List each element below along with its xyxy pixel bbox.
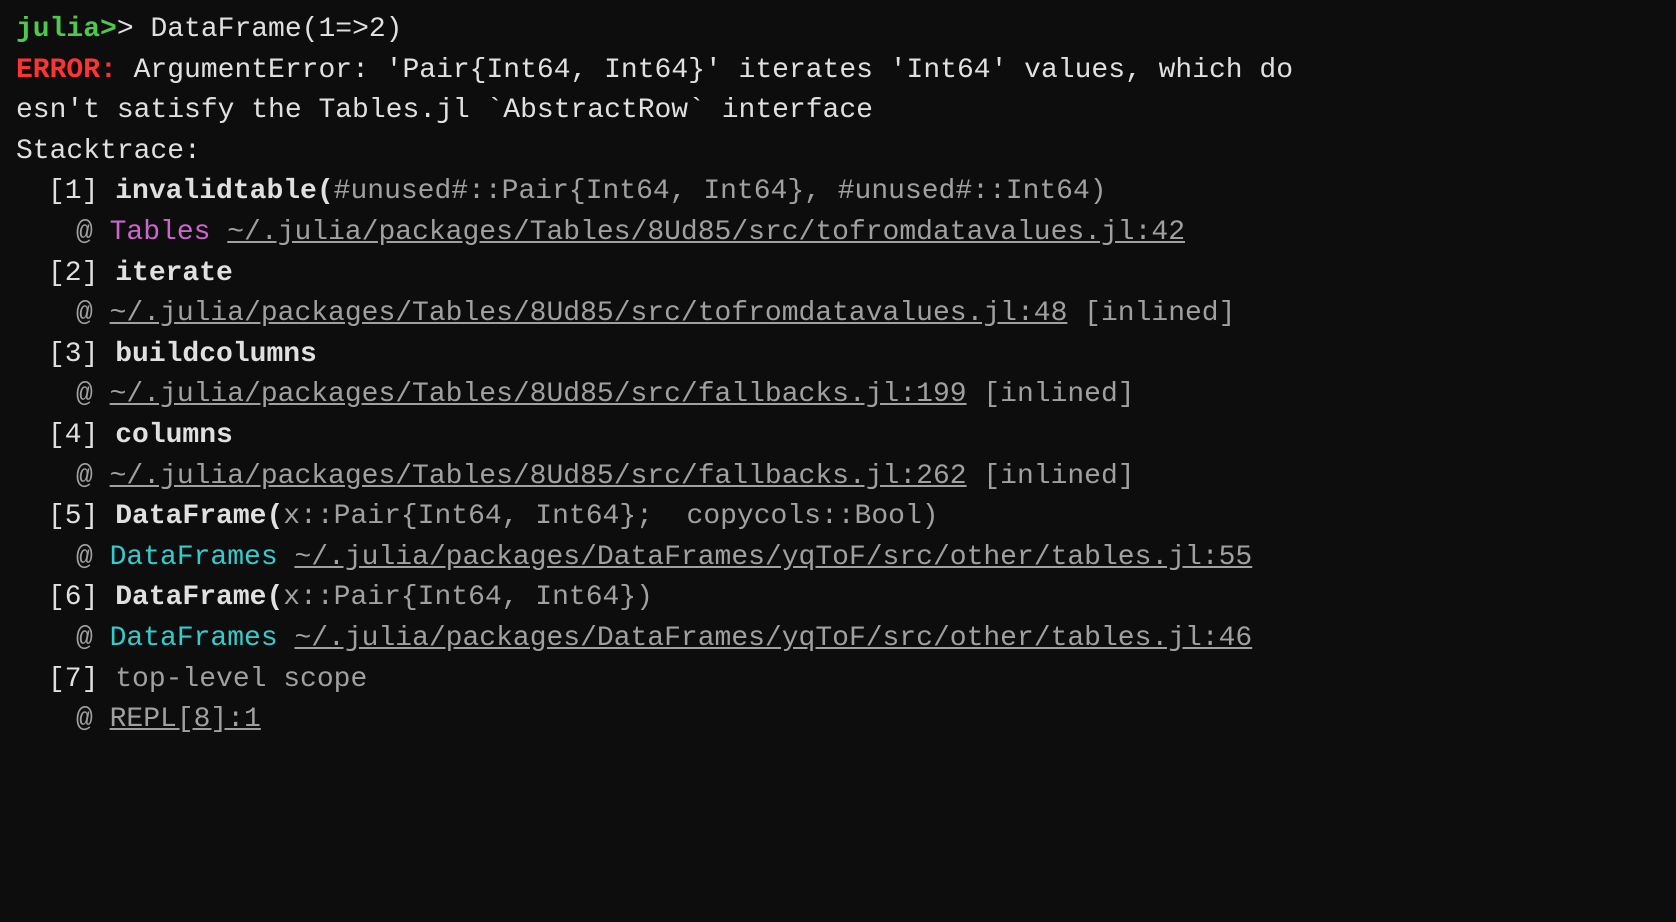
- frame-6-func: [6] DataFrame(x::Pair{Int64, Int64}): [16, 578, 1660, 619]
- frame-4-at: @ ~/.julia/packages/Tables/8Ud85/src/fal…: [16, 457, 1660, 498]
- stacktrace-header: Stacktrace:: [16, 132, 1660, 173]
- command: DataFrame(1=>2): [150, 14, 402, 45]
- frame-3-at: @ ~/.julia/packages/Tables/8Ud85/src/fal…: [16, 375, 1660, 416]
- terminal: julia>> DataFrame(1=>2) ERROR: ArgumentE…: [16, 10, 1660, 741]
- frame-2-func: [2] iterate: [16, 254, 1660, 295]
- julia-prompt: julia>: [16, 14, 117, 45]
- frame-5-at: @ DataFrames ~/.julia/packages/DataFrame…: [16, 538, 1660, 579]
- frame-4-func: [4] columns: [16, 416, 1660, 457]
- frame-1-func: [1] invalidtable(#unused#::Pair{Int64, I…: [16, 172, 1660, 213]
- error-message: ArgumentError: 'Pair{Int64, Int64}' iter…: [117, 55, 1293, 86]
- frame-6-at: @ DataFrames ~/.julia/packages/DataFrame…: [16, 619, 1660, 660]
- frame-3-func: [3] buildcolumns: [16, 335, 1660, 376]
- error-cont: esn't satisfy the Tables.jl `AbstractRow…: [16, 95, 873, 126]
- frame-2-at: @ ~/.julia/packages/Tables/8Ud85/src/tof…: [16, 294, 1660, 335]
- prompt-line: julia>> DataFrame(1=>2): [16, 10, 1660, 51]
- frame-1-at: @ Tables ~/.julia/packages/Tables/8Ud85/…: [16, 213, 1660, 254]
- error-line-1: ERROR: ArgumentError: 'Pair{Int64, Int64…: [16, 51, 1660, 92]
- frame-7-func: [7] top-level scope: [16, 660, 1660, 701]
- frame-7-at: @ REPL[8]:1: [16, 700, 1660, 741]
- frame-5-func: [5] DataFrame(x::Pair{Int64, Int64}; cop…: [16, 497, 1660, 538]
- error-label: ERROR:: [16, 55, 117, 86]
- error-line-2: esn't satisfy the Tables.jl `AbstractRow…: [16, 91, 1660, 132]
